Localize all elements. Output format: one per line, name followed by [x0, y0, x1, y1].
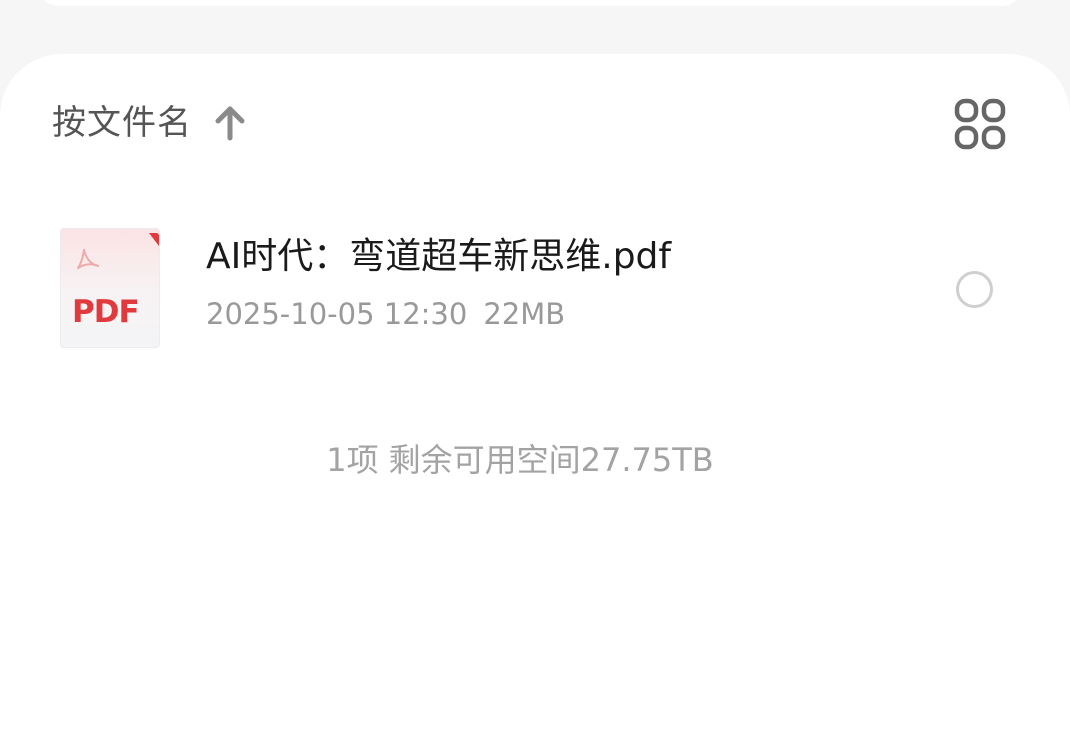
grid-view-icon[interactable]	[952, 96, 1008, 152]
sort-label: 按文件名	[52, 103, 192, 143]
file-type-label: PDF	[72, 294, 140, 330]
file-list-sheet	[0, 54, 1070, 754]
file-date: 2025-10-05 12:30	[206, 297, 468, 331]
item-count: 1项	[326, 441, 379, 479]
select-radio[interactable]	[956, 271, 993, 308]
storage-summary: 1项 剩余可用空间27.75TB	[0, 438, 1040, 482]
file-list-item[interactable]: PDF AI时代：弯道超车新思维.pdf 2025-10-05 12:30 22M…	[0, 216, 1070, 360]
file-name: AI时代：弯道超车新思维.pdf	[206, 236, 672, 277]
arrow-up-icon	[212, 103, 248, 143]
pdf-file-icon: PDF	[60, 228, 160, 348]
file-size: 22MB	[483, 297, 566, 331]
top-card-edge	[38, 0, 1022, 6]
sort-by-name-button[interactable]: 按文件名	[52, 100, 248, 146]
free-space: 剩余可用空间27.75TB	[388, 441, 714, 479]
file-meta: 2025-10-05 12:30 22MB	[206, 294, 565, 334]
